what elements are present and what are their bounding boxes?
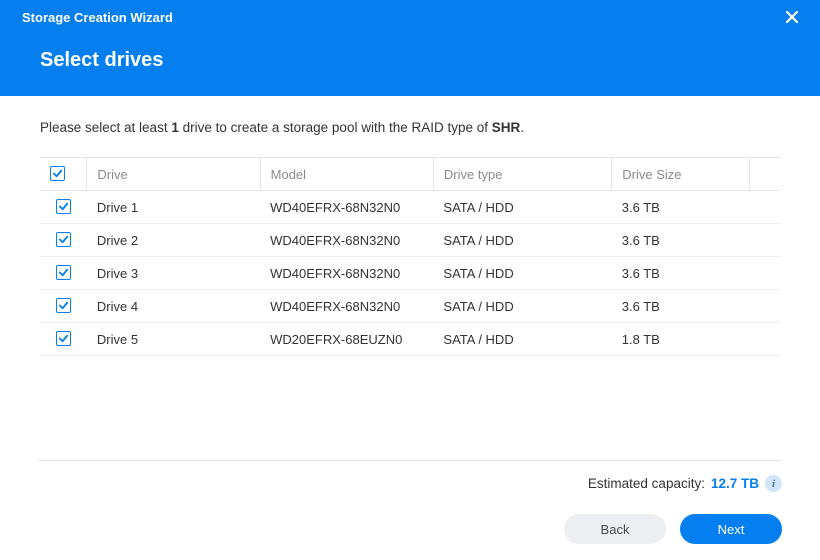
- row-checkbox-cell: [40, 323, 87, 356]
- check-icon: [58, 234, 69, 245]
- cell-drive: Drive 2: [87, 224, 260, 257]
- row-checkbox-cell: [40, 257, 87, 290]
- check-icon: [58, 333, 69, 344]
- table-row[interactable]: Drive 4WD40EFRX-68N32N0SATA / HDD3.6 TB: [40, 290, 780, 323]
- table-row[interactable]: Drive 1WD40EFRX-68N32N0SATA / HDD3.6 TB: [40, 191, 780, 224]
- row-checkbox-cell: [40, 290, 87, 323]
- header-drive[interactable]: Drive: [87, 158, 260, 191]
- cell-type: SATA / HDD: [433, 290, 611, 323]
- row-checkbox[interactable]: [56, 199, 71, 214]
- cell-model: WD40EFRX-68N32N0: [260, 191, 433, 224]
- cell-size: 3.6 TB: [612, 224, 750, 257]
- close-icon: [785, 10, 799, 24]
- wizard-footer: Estimated capacity: 12.7 TB i Back Next: [0, 460, 820, 560]
- cell-size: 3.6 TB: [612, 191, 750, 224]
- cell-type: SATA / HDD: [433, 191, 611, 224]
- row-checkbox[interactable]: [56, 232, 71, 247]
- cell-type: SATA / HDD: [433, 224, 611, 257]
- cell-size: 3.6 TB: [612, 290, 750, 323]
- cell-spacer: [749, 290, 780, 323]
- wizard-header: Storage Creation Wizard Select drives: [0, 0, 820, 96]
- capacity-row: Estimated capacity: 12.7 TB i: [38, 475, 782, 492]
- cell-spacer: [749, 323, 780, 356]
- footer-divider: [38, 460, 782, 461]
- header-type[interactable]: Drive type: [433, 158, 611, 191]
- cell-size: 1.8 TB: [612, 323, 750, 356]
- table-row[interactable]: Drive 3WD40EFRX-68N32N0SATA / HDD3.6 TB: [40, 257, 780, 290]
- main-content: Please select at least 1 drive to create…: [0, 96, 820, 356]
- header-size[interactable]: Drive Size: [612, 158, 750, 191]
- instruction-middle: drive to create a storage pool with the …: [179, 120, 492, 135]
- cell-drive: Drive 3: [87, 257, 260, 290]
- cell-type: SATA / HDD: [433, 257, 611, 290]
- wizard-title: Storage Creation Wizard: [20, 10, 800, 25]
- row-checkbox[interactable]: [56, 265, 71, 280]
- instruction-prefix: Please select at least: [40, 120, 171, 135]
- row-checkbox[interactable]: [56, 331, 71, 346]
- check-icon: [58, 267, 69, 278]
- cell-size: 3.6 TB: [612, 257, 750, 290]
- cell-model: WD40EFRX-68N32N0: [260, 290, 433, 323]
- instruction-suffix: .: [520, 120, 524, 135]
- table-row[interactable]: Drive 5WD20EFRX-68EUZN0SATA / HDD1.8 TB: [40, 323, 780, 356]
- cell-spacer: [749, 224, 780, 257]
- back-button[interactable]: Back: [564, 514, 666, 544]
- table-row[interactable]: Drive 2WD40EFRX-68N32N0SATA / HDD3.6 TB: [40, 224, 780, 257]
- capacity-label: Estimated capacity:: [588, 476, 705, 491]
- table-header-row: Drive Model Drive type Drive Size: [40, 158, 780, 191]
- next-button[interactable]: Next: [680, 514, 782, 544]
- check-icon: [58, 300, 69, 311]
- cell-drive: Drive 1: [87, 191, 260, 224]
- close-button[interactable]: [782, 10, 802, 30]
- check-icon: [58, 201, 69, 212]
- select-all-checkbox[interactable]: [50, 166, 65, 181]
- capacity-value: 12.7 TB: [711, 476, 759, 491]
- cell-drive: Drive 4: [87, 290, 260, 323]
- page-title: Select drives: [20, 49, 800, 72]
- check-icon: [52, 168, 63, 179]
- cell-drive: Drive 5: [87, 323, 260, 356]
- instruction-raid-type: SHR: [492, 120, 521, 135]
- instruction-text: Please select at least 1 drive to create…: [40, 120, 780, 135]
- cell-model: WD40EFRX-68N32N0: [260, 257, 433, 290]
- header-model[interactable]: Model: [260, 158, 433, 191]
- cell-model: WD40EFRX-68N32N0: [260, 224, 433, 257]
- cell-model: WD20EFRX-68EUZN0: [260, 323, 433, 356]
- row-checkbox-cell: [40, 191, 87, 224]
- row-checkbox-cell: [40, 224, 87, 257]
- row-checkbox[interactable]: [56, 298, 71, 313]
- header-spacer: [749, 158, 780, 191]
- drives-table: Drive Model Drive type Drive Size Drive …: [40, 157, 780, 356]
- cell-spacer: [749, 191, 780, 224]
- cell-type: SATA / HDD: [433, 323, 611, 356]
- info-icon[interactable]: i: [765, 475, 782, 492]
- header-select-all: [40, 158, 87, 191]
- instruction-min-count: 1: [171, 120, 179, 135]
- button-row: Back Next: [38, 514, 782, 544]
- cell-spacer: [749, 257, 780, 290]
